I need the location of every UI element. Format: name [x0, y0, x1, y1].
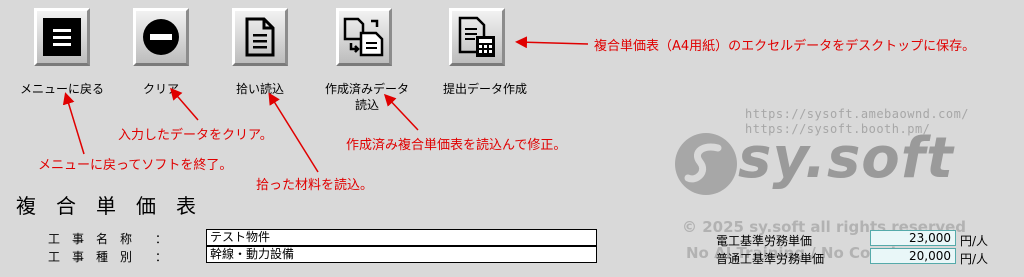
- project-name-field[interactable]: テスト物件: [206, 229, 597, 246]
- pickup-load-button[interactable]: [232, 8, 288, 66]
- annotation-load-pickup: 拾った材料を読込。: [256, 178, 374, 193]
- arrow-back-menu: [62, 92, 85, 155]
- minus-circle-icon: [143, 19, 179, 55]
- laborer-rate-label: 普通工基準労務単価: [716, 252, 825, 266]
- project-type-label: 工事種別: [48, 250, 145, 264]
- project-name-label: 工事名称: [48, 232, 145, 246]
- clear-button-label: クリア: [142, 82, 179, 96]
- project-type-colon: ：: [155, 250, 168, 264]
- documents-exchange-icon: [343, 17, 384, 57]
- submit-data-create-button[interactable]: [449, 8, 505, 66]
- arrow-save-excel: [515, 36, 589, 49]
- annotation-clear-data: 入力したデータをクリア。: [118, 128, 273, 143]
- annotation-save-excel: 複合単価表（A4用紙）のエクセルデータをデスクトップに保存。: [594, 39, 976, 54]
- laborer-rate-unit: 円/人: [960, 252, 989, 266]
- arrow-load-pickup: [268, 92, 319, 173]
- hamburger-menu-icon: [43, 18, 81, 56]
- electrician-rate-unit: 円/人: [960, 234, 989, 248]
- calculator-document-icon: [458, 16, 495, 57]
- project-type-field[interactable]: 幹線・動力設備: [206, 246, 597, 263]
- annotation-load-created: 作成済み複合単価表を読込んで修正。: [346, 138, 567, 153]
- electrician-rate-label: 電工基準労務単価: [716, 234, 813, 248]
- created-data-load-label-line1: 作成済みデータ: [324, 82, 409, 96]
- created-data-load-label-line2: 読込: [354, 98, 379, 112]
- annotation-back-menu: メニューに戻ってソフトを終了。: [38, 158, 233, 173]
- project-name-colon: ：: [155, 232, 168, 246]
- clear-button[interactable]: [133, 8, 189, 66]
- electrician-rate-field[interactable]: 23,000: [870, 230, 956, 246]
- laborer-rate-field[interactable]: 20,000: [870, 248, 956, 264]
- page-title: 複合単価表: [16, 194, 216, 218]
- brand-url-ameba: https://sysoft.amebaownd.com/: [745, 107, 970, 121]
- created-data-load-button[interactable]: [336, 8, 392, 66]
- menu-button-label: メニューに戻る: [19, 82, 104, 96]
- pickup-load-button-label: 拾い読込: [235, 82, 284, 96]
- submit-data-create-label: 提出データ作成: [442, 82, 527, 96]
- menu-button[interactable]: [34, 8, 90, 66]
- sysoft-logo-icon: [675, 133, 737, 195]
- document-icon: [245, 17, 275, 57]
- brand-logo-text: sy.soft: [738, 126, 954, 191]
